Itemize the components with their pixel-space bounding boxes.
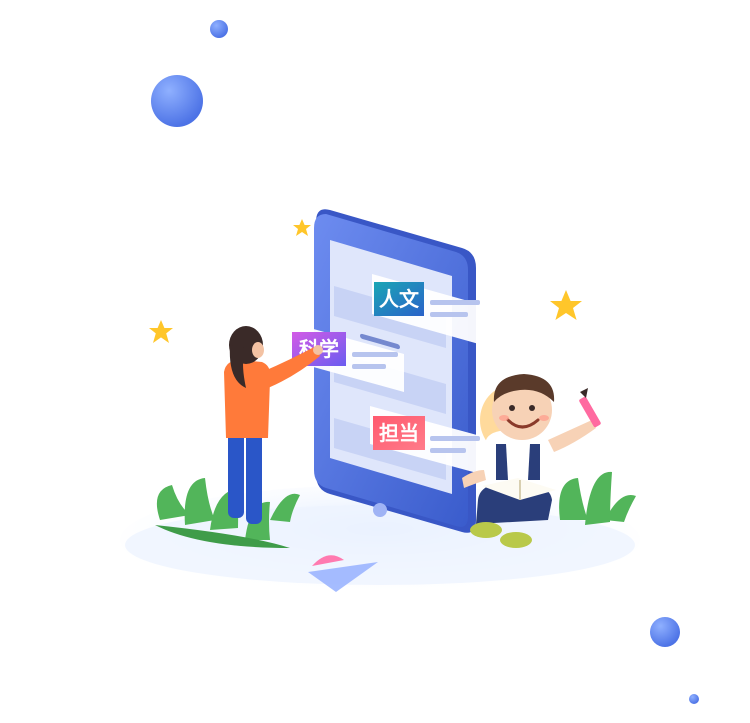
card-label: 担当 <box>379 421 419 445</box>
plant-right <box>559 471 636 525</box>
star-icon <box>550 290 582 320</box>
education-illustration: 人文 科学 担当 <box>120 20 699 704</box>
bubble-decoration <box>689 694 699 704</box>
card-label: 人文 <box>379 287 420 311</box>
bubble-decoration <box>650 617 680 647</box>
home-button-icon <box>373 503 387 517</box>
star-icon <box>293 219 311 236</box>
bubble-decoration <box>151 75 203 127</box>
bubble-decoration <box>210 20 228 38</box>
star-icon <box>149 320 173 343</box>
